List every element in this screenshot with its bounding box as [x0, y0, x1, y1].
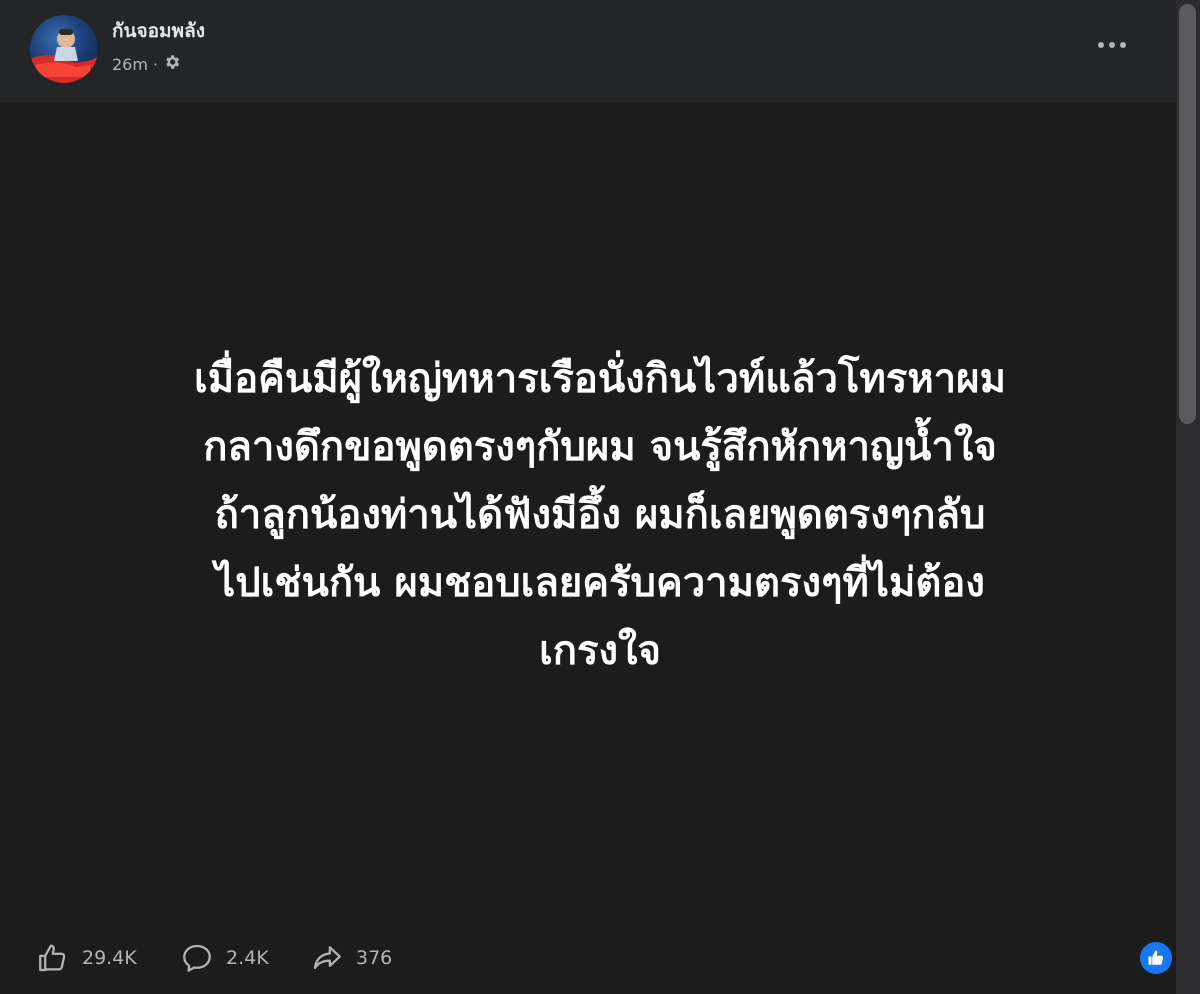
post-meta: 26m ·	[112, 53, 181, 77]
comment-icon	[183, 944, 211, 972]
share-icon	[313, 946, 341, 970]
post-time[interactable]: 26m	[112, 54, 148, 76]
scrollbar[interactable]	[1176, 0, 1200, 994]
more-icon	[1098, 42, 1126, 48]
author-avatar[interactable]	[30, 15, 98, 83]
scrollbar-thumb[interactable]	[1179, 4, 1196, 424]
post-body: เมื่อคืนมีผู้ใหญ่ทหารเรือนั่งกินไวท์แล้ว…	[30, 120, 1170, 910]
gear-icon-glyph	[166, 55, 180, 69]
post-header: กันจอมพลัง 26m ·	[0, 0, 1176, 102]
meta-separator: ·	[152, 55, 159, 74]
share-count: 376	[356, 947, 393, 969]
comment-button[interactable]: 2.4K	[180, 940, 269, 976]
post-text: เมื่อคืนมีผู้ใหญ่ทหารเรือนั่งกินไวท์แล้ว…	[194, 356, 1006, 674]
thumbs-up-filled-icon	[1148, 950, 1164, 965]
like-count: 29.4K	[82, 947, 137, 969]
author-name[interactable]: กันจอมพลัง	[112, 18, 205, 44]
like-reaction-badge[interactable]	[1140, 942, 1172, 974]
like-button[interactable]: 29.4K	[36, 940, 137, 976]
thumbs-up-icon	[39, 944, 66, 972]
gear-icon[interactable]	[163, 53, 181, 77]
more-options-button[interactable]	[1094, 30, 1130, 60]
share-button[interactable]: 376	[310, 940, 392, 976]
post-viewer: กันจอมพลัง 26m · เมื่อคืนมีผู้ใหญ่ทหารเร…	[0, 0, 1200, 994]
comment-count: 2.4K	[226, 947, 269, 969]
avatar-image	[30, 29, 98, 83]
post-actions-bar: 29.4K 2.4K 376	[0, 920, 1176, 994]
